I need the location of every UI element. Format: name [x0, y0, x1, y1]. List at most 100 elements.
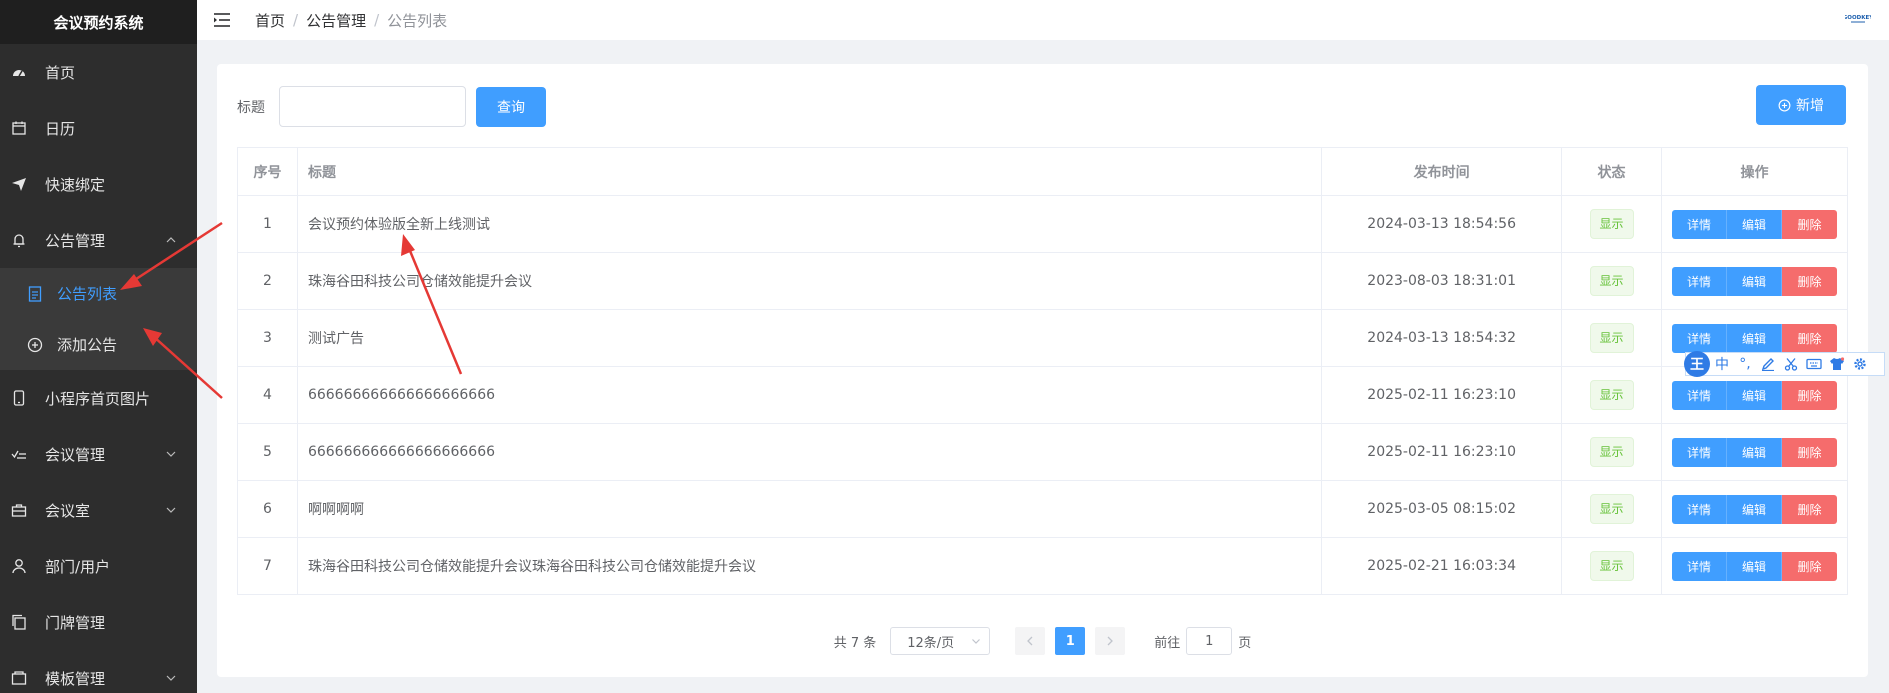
brand-logo: GOODKEY — [1845, 15, 1871, 23]
detail-button[interactable]: 详情 — [1672, 209, 1727, 239]
sidebar-item-notice-management[interactable]: 公告管理 — [0, 212, 197, 268]
row-publish-time: 2025-03-05 08:15:02 — [1321, 480, 1563, 538]
edit-button[interactable]: 编辑 — [1727, 209, 1782, 239]
table-row: 1 会议预约体验版全新上线测试 2024-03-13 18:54:56 显示 详… — [237, 195, 1848, 253]
goto-label: 前往 — [1154, 635, 1181, 651]
pagination: 共 7 条 12条/页 1 前往 页 — [217, 627, 1868, 655]
paper-plane-icon — [10, 175, 28, 193]
sidebar-item-meeting-management[interactable]: 会议管理 — [0, 426, 197, 482]
sidebar-item-add-notice[interactable]: 添加公告 — [0, 319, 197, 370]
sidebar-item-label: 会议管理 — [45, 445, 106, 464]
keyboard-icon[interactable] — [1803, 354, 1825, 374]
sidebar-item-label: 快速绑定 — [45, 175, 106, 194]
chevron-down-icon — [972, 639, 981, 644]
sidebar-item-quick-bind[interactable]: 快速绑定 — [0, 156, 197, 212]
edit-button[interactable]: 编辑 — [1727, 437, 1782, 467]
delete-button[interactable]: 删除 — [1782, 209, 1837, 239]
settings-gear-icon[interactable] — [1849, 354, 1871, 374]
status-badge: 显示 — [1589, 380, 1634, 410]
breadcrumb-notice-management[interactable]: 公告管理 — [306, 10, 366, 31]
skin-icon[interactable] — [1826, 354, 1848, 374]
page-size-select[interactable]: 12条/页 — [890, 627, 991, 655]
detail-button[interactable]: 详情 — [1672, 323, 1727, 353]
pen-icon[interactable] — [1757, 354, 1779, 374]
row-publish-time: 2024-03-13 18:54:56 — [1321, 195, 1563, 253]
edit-button[interactable]: 编辑 — [1727, 494, 1782, 524]
next-page-button[interactable] — [1095, 627, 1126, 655]
chevron-left-icon — [1027, 636, 1033, 646]
sidebar-item-home[interactable]: 首页 — [0, 44, 197, 100]
edit-button[interactable]: 编辑 — [1727, 323, 1782, 353]
breadcrumb-separator: / — [293, 11, 299, 29]
sidebar-item-doorplate-management[interactable]: 门牌管理 — [0, 594, 197, 650]
top-header: 首页 / 公告管理 / 公告列表 GOODKEY — [197, 0, 1889, 40]
row-publish-time: 2025-02-11 16:23:10 — [1321, 423, 1563, 481]
row-title: 珠海谷田科技公司仓储效能提升会议 — [296, 252, 1323, 310]
sidebar-item-miniprogram-images[interactable]: 小程序首页图片 — [0, 370, 197, 426]
sidebar-item-label: 部门/用户 — [45, 557, 111, 576]
detail-button[interactable]: 详情 — [1672, 380, 1727, 410]
delete-button[interactable]: 删除 — [1782, 323, 1837, 353]
edit-button[interactable]: 编辑 — [1727, 551, 1782, 581]
bell-icon — [10, 231, 28, 249]
page-number-button[interactable]: 1 — [1055, 627, 1086, 655]
table-header-row: 序号 标题 发布时间 状态 操作 — [237, 147, 1848, 196]
row-number: 2 — [237, 252, 298, 310]
detail-button[interactable]: 详情 — [1672, 551, 1727, 581]
detail-button[interactable]: 详情 — [1672, 437, 1727, 467]
row-title: 会议预约体验版全新上线测试 — [296, 195, 1323, 253]
sidebar-item-label: 小程序首页图片 — [45, 389, 151, 408]
row-title: 666666666666666666666 — [296, 423, 1323, 481]
table-row: 5 666666666666666666666 2025-02-11 16:23… — [237, 423, 1848, 481]
sidebar-item-notice-list[interactable]: 公告列表 — [0, 268, 197, 319]
chevron-right-icon — [1107, 636, 1114, 646]
delete-button[interactable]: 删除 — [1782, 437, 1837, 467]
delete-button[interactable]: 删除 — [1782, 494, 1837, 524]
page-size-value: 12条/页 — [907, 635, 955, 651]
menu-fold-icon[interactable] — [213, 12, 231, 28]
table-row: 2 珠海谷田科技公司仓储效能提升会议 2023-08-03 18:31:01 显… — [237, 252, 1848, 310]
table-row: 7 珠海谷田科技公司仓储效能提升会议珠海谷田科技公司仓储效能提升会议 2025-… — [237, 537, 1848, 595]
table-row: 6 啊啊啊啊 2025-03-05 08:15:02 显示 详情 编辑 删除 — [237, 480, 1848, 538]
sidebar-item-department-users[interactable]: 部门/用户 — [0, 538, 197, 594]
page-jump: 前往 页 — [1154, 627, 1251, 655]
sidebar-item-label: 公告管理 — [45, 231, 106, 250]
status-badge: 显示 — [1589, 266, 1634, 296]
column-header-status: 状态 — [1561, 147, 1662, 196]
sidebar-sub-item-label: 添加公告 — [57, 336, 118, 354]
delete-button[interactable]: 删除 — [1782, 551, 1837, 581]
add-button-label: 新增 — [1796, 98, 1824, 114]
ime-toolbar: 王 中 °, — [1684, 351, 1885, 377]
notice-list-card: 标题 查询 新增 序号 标题 发布时间 状态 操作 1 会议预约体验版全新上线测… — [217, 64, 1868, 677]
row-title: 666666666666666666666 — [296, 366, 1323, 424]
query-button[interactable]: 查询 — [476, 86, 546, 127]
add-notice-button[interactable]: 新增 — [1756, 85, 1846, 125]
delete-button[interactable]: 删除 — [1782, 380, 1837, 410]
row-title: 珠海谷田科技公司仓储效能提升会议珠海谷田科技公司仓储效能提升会议 — [296, 537, 1323, 595]
goto-page-input[interactable] — [1186, 627, 1233, 655]
ime-punctuation-toggle[interactable]: °, — [1734, 354, 1756, 374]
status-badge: 显示 — [1589, 437, 1634, 467]
checklist-icon — [10, 445, 28, 463]
sidebar-item-template-management[interactable]: 模板管理 — [0, 650, 197, 693]
column-header-title: 标题 — [296, 147, 1323, 196]
title-search-input[interactable] — [279, 86, 466, 127]
detail-button[interactable]: 详情 — [1672, 494, 1727, 524]
sidebar-item-calendar[interactable]: 日历 — [0, 100, 197, 156]
detail-button[interactable]: 详情 — [1672, 266, 1727, 296]
app-title: 会议预约系统 — [0, 0, 197, 44]
scissors-icon[interactable] — [1780, 354, 1802, 374]
breadcrumb-home[interactable]: 首页 — [255, 10, 285, 31]
circle-plus-icon — [1778, 99, 1791, 111]
status-badge: 显示 — [1589, 551, 1634, 581]
ime-logo-badge[interactable]: 王 — [1684, 351, 1710, 377]
delete-button[interactable]: 删除 — [1782, 266, 1837, 296]
edit-button[interactable]: 编辑 — [1727, 266, 1782, 296]
chevron-up-icon — [166, 237, 176, 243]
edit-button[interactable]: 编辑 — [1727, 380, 1782, 410]
sidebar-item-meeting-room[interactable]: 会议室 — [0, 482, 197, 538]
sidebar-item-label: 日历 — [45, 119, 76, 138]
chevron-down-icon — [166, 451, 176, 457]
prev-page-button[interactable] — [1015, 627, 1046, 655]
ime-chinese-mode-toggle[interactable]: 中 — [1711, 354, 1733, 374]
